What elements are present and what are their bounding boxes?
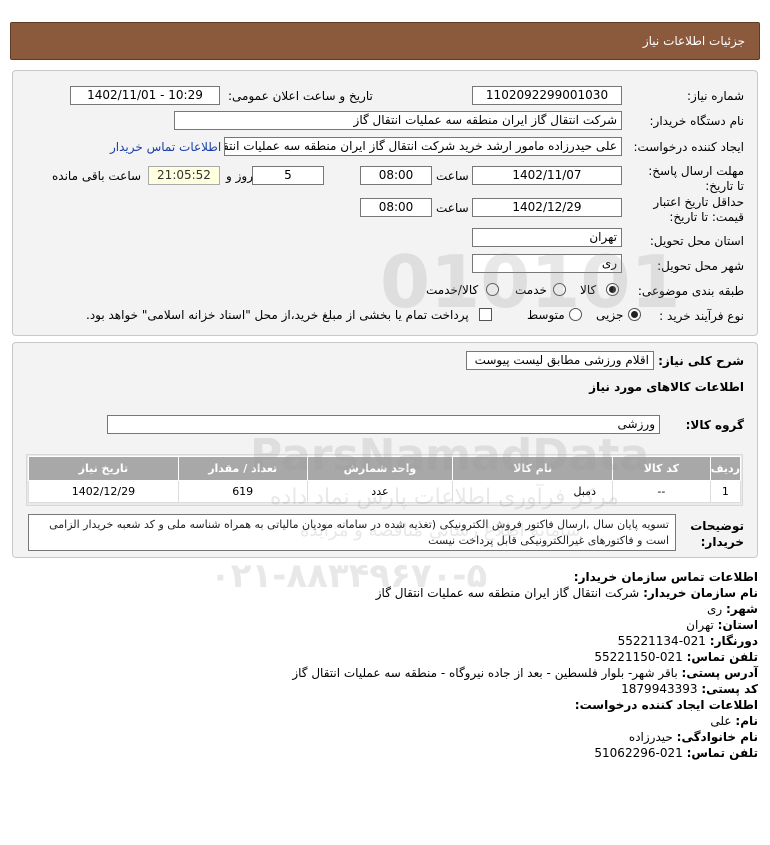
- process-option-medium: متوسط: [527, 308, 565, 322]
- creator-last-name: نام خانوادگی: حیدرزاده: [628, 730, 758, 744]
- cell-qty: 619: [177, 480, 308, 503]
- category-option-both: کالا/خدمت: [426, 283, 479, 297]
- contact-phone: تلفن تماس: 021-55221150: [594, 650, 758, 664]
- category-label: طبقه بندی موضوعی:: [637, 284, 744, 298]
- goods-group-field: ورزشی: [107, 415, 660, 434]
- category-radio-goods[interactable]: [606, 283, 619, 296]
- process-radio-medium[interactable]: [569, 308, 582, 321]
- process-radio-minor[interactable]: [628, 308, 641, 321]
- province-field: تهران: [472, 228, 622, 247]
- summary-label: شرح کلی نیاز:: [658, 354, 744, 368]
- col-qty: تعداد / مقدار: [177, 456, 308, 481]
- deadline-label: مهلت ارسال پاسخ: تا تاریخ:: [648, 164, 744, 193]
- contact-title: اطلاعات تماس سازمان خریدار:: [573, 570, 758, 584]
- page-header: جزئیات اطلاعات نیاز: [10, 22, 760, 60]
- cell-unit: عدد: [306, 480, 454, 503]
- deadline-time-field: 08:00: [360, 166, 432, 185]
- page-title: جزئیات اطلاعات نیاز: [642, 34, 745, 48]
- buyer-org-field: شرکت انتقال گاز ایران منطقه سه عملیات ان…: [174, 111, 622, 130]
- deadline-time-label: ساعت: [436, 169, 469, 183]
- cell-row: 1: [709, 480, 742, 503]
- creator-phone: تلفن تماس: 021-51062296: [594, 746, 758, 760]
- validity-time-label: ساعت: [436, 201, 469, 215]
- col-unit: واحد شمارش: [306, 456, 454, 481]
- col-date: تاریخ نیاز: [28, 456, 179, 481]
- creator-info-title: اطلاعات ایجاد کننده درخواست:: [574, 698, 758, 712]
- buyer-notes-label: توضیحات خریدار:: [690, 519, 744, 549]
- contact-postal: کد پستی: 1879943393: [621, 682, 758, 696]
- remaining-time-field: 21:05:52: [148, 166, 220, 185]
- summary-field: اقلام ورزشی مطابق لیست پیوست: [466, 351, 654, 370]
- contact-province: استان: تهران: [686, 618, 758, 632]
- cell-name: دمبل: [452, 480, 613, 503]
- days-field: 5: [252, 166, 324, 185]
- goods-section-title: اطلاعات کالاهای مورد نیاز: [589, 380, 744, 394]
- contact-address: آدرس پستی: باقر شهر- بلوار فلسطین - بعد …: [292, 666, 758, 680]
- payment-note: پرداخت تمام یا بخشی از مبلغ خرید،از محل …: [86, 308, 469, 322]
- category-radio-both[interactable]: [486, 283, 499, 296]
- goods-group-label: گروه کالا:: [685, 418, 744, 432]
- buyer-org-label: نام دستگاه خریدار:: [649, 114, 745, 128]
- col-code: کد کالا: [611, 456, 711, 481]
- need-number-field: 1102092299001030: [472, 86, 622, 105]
- validity-label: حداقل تاریخ اعتبار قیمت: تا تاریخ:: [653, 195, 744, 224]
- process-label: نوع فرآیند خرید :: [659, 309, 744, 323]
- items-table: ردیف کد کالا نام کالا واحد شمارش تعداد /…: [28, 456, 742, 503]
- category-option-goods: کالا: [580, 283, 597, 297]
- validity-time-field: 08:00: [360, 198, 432, 217]
- cell-date: 1402/12/29: [28, 480, 179, 503]
- cell-code: --: [611, 480, 711, 503]
- province-label: استان محل تحویل:: [649, 234, 744, 248]
- category-radio-service[interactable]: [553, 283, 566, 296]
- contact-fax: دورنگار: 021-55221134: [617, 634, 758, 648]
- buyer-notes-field: تسویه پایان سال ,ارسال فاکتور فروش الکتر…: [28, 514, 676, 551]
- remaining-label: ساعت باقی مانده: [52, 169, 142, 183]
- contact-org: نام سازمان خریدار: شرکت انتقال گاز ایران…: [375, 586, 758, 600]
- announce-field: 1402/11/01 - 10:29: [70, 86, 220, 105]
- city-field: ری: [472, 254, 622, 273]
- creator-first-name: نام: علی: [710, 714, 758, 728]
- creator-field: علی حیدرزاده مامور ارشد خرید شرکت انتقال…: [224, 137, 622, 156]
- contact-city: شهر: ری: [706, 602, 758, 616]
- col-row: ردیف: [709, 456, 742, 481]
- process-option-minor: جزیی: [596, 308, 624, 322]
- table-row: 1 -- دمبل عدد 619 1402/12/29: [28, 480, 742, 503]
- creator-label: ایجاد کننده درخواست:: [633, 140, 744, 154]
- buyer-contact-link[interactable]: اطلاعات تماس خریدار: [110, 140, 221, 154]
- days-label: روز و: [226, 169, 253, 183]
- deadline-date-field: 1402/11/07: [472, 166, 622, 185]
- category-option-service: خدمت: [515, 283, 547, 297]
- announce-label: تاریخ و ساعت اعلان عمومی:: [228, 89, 373, 103]
- need-number-label: شماره نیاز:: [687, 89, 744, 103]
- validity-date-field: 1402/12/29: [472, 198, 622, 217]
- col-name: نام کالا: [452, 456, 613, 481]
- city-label: شهر محل تحویل:: [657, 259, 744, 273]
- treasury-checkbox[interactable]: [479, 308, 492, 321]
